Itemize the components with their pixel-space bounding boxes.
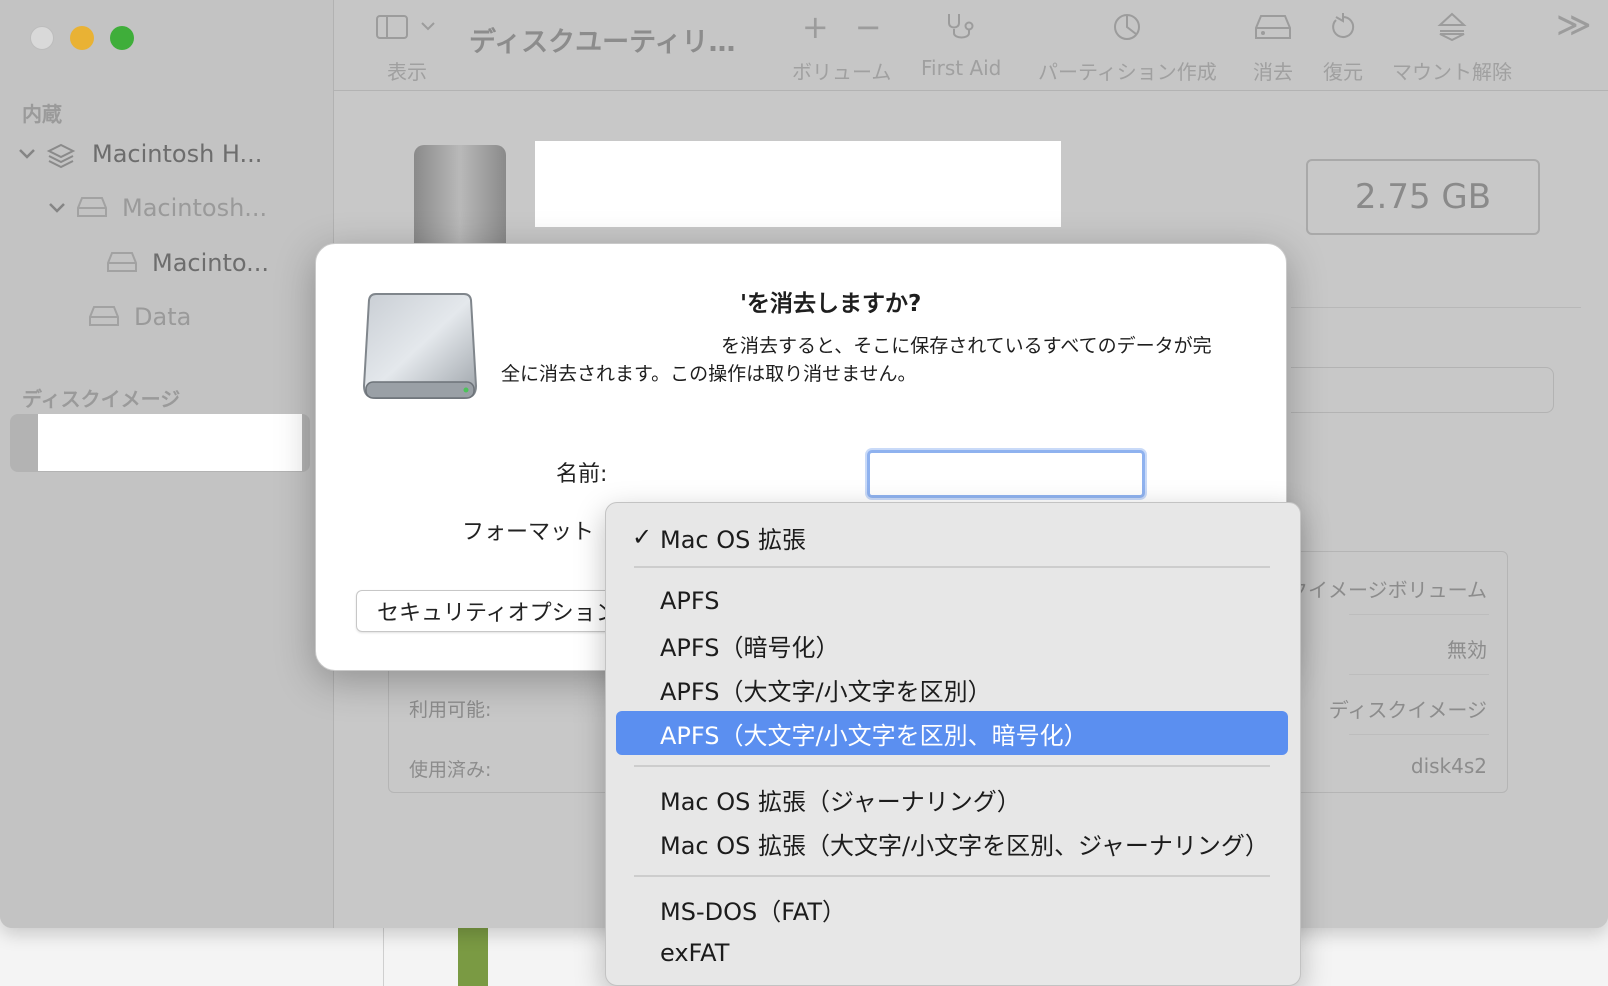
partition-button[interactable]: パーティション作成 <box>1038 8 1217 85</box>
desktop-divider <box>383 926 384 986</box>
double-chevron-icon: ≫ <box>1556 5 1592 45</box>
info-used-label: 使用済み: <box>409 759 492 781</box>
format-label: フォーマット <box>462 520 595 545</box>
divider <box>1349 614 1489 615</box>
menu-separator <box>634 875 1270 877</box>
name-input[interactable] <box>867 450 1145 498</box>
first-aid-button[interactable]: First Aid <box>921 8 1001 80</box>
usage-bar <box>1291 367 1554 413</box>
minus-icon[interactable]: − <box>855 8 882 46</box>
divider <box>1349 674 1489 675</box>
drive-icon <box>106 251 137 275</box>
stethoscope-icon <box>943 8 979 46</box>
menu-item-label: Mac OS 拡張（ジャーナリング） <box>660 787 1021 816</box>
menu-item-label: APFS（暗号化） <box>660 633 840 662</box>
toolbar: 表示 ディスクユーティリ… + − ボリューム First Aid パーティショ… <box>334 0 1608 91</box>
menu-item-label: exFAT <box>660 939 730 967</box>
erase-label: 消去 <box>1253 60 1293 84</box>
menu-item-mac-os-extended[interactable]: ✓ Mac OS 拡張 <box>616 515 1288 559</box>
chevron-down-icon[interactable] <box>46 197 68 219</box>
drive-icon <box>76 196 107 220</box>
dialog-message: を消去すると、そこに保存されているすべてのデータが完 全に消去されます。この操作… <box>501 332 1241 388</box>
menu-item-apfs[interactable]: APFS <box>616 579 1288 623</box>
name-label: 名前: <box>556 462 608 487</box>
sidebar-item-macintosh-volume[interactable]: Macintosh... <box>46 194 267 222</box>
dialog-message-line1: を消去すると、そこに保存されているすべてのデータが完 <box>721 335 1212 357</box>
menu-item-apfs-encrypted[interactable]: APFS（暗号化） <box>616 623 1288 667</box>
close-window-button[interactable] <box>30 26 54 50</box>
sidebar-item-label: Macintosh... <box>122 194 268 222</box>
sidebar-section-disk-images: ディスクイメージ <box>22 387 181 411</box>
sidebar-section-internal: 内蔵 <box>22 102 62 126</box>
restore-button[interactable]: 復元 <box>1323 8 1363 85</box>
menu-item-exfat[interactable]: exFAT <box>616 931 1288 975</box>
info-available-label: 利用可能: <box>409 699 492 721</box>
volume-button[interactable]: + − ボリューム <box>792 8 891 85</box>
volume-label: ボリューム <box>792 60 892 84</box>
menu-item-label: APFS（大文字/小文字を区別） <box>660 677 992 706</box>
menu-item-label: Mac OS 拡張 <box>660 525 806 554</box>
partition-label: パーティション作成 <box>1038 60 1217 84</box>
menu-item-ms-dos-fat[interactable]: MS-DOS（FAT） <box>616 887 1288 931</box>
info-device-value: disk4s2 <box>1410 754 1487 778</box>
desktop-image-fragment <box>458 926 488 986</box>
restore-label: 復元 <box>1323 60 1363 84</box>
eraser-drive-icon <box>1253 8 1293 46</box>
drive-icon <box>88 305 119 329</box>
redacted-name-value <box>626 456 866 492</box>
sidebar-item-label: Data <box>134 303 192 331</box>
erase-button[interactable]: 消去 <box>1253 8 1293 85</box>
more-button[interactable]: ≫ <box>1556 5 1592 45</box>
view-label: 表示 <box>387 60 427 84</box>
menu-item-label: APFS（大文字/小文字を区別、暗号化） <box>660 721 1088 750</box>
menu-separator <box>634 566 1270 568</box>
unmount-label: マウント解除 <box>1392 60 1512 84</box>
format-popup-menu: ✓ Mac OS 拡張 APFS APFS（暗号化） APFS（大文字/小文字を… <box>605 502 1301 986</box>
sidebar: 内蔵 Macintosh H... Macintosh... Macinto..… <box>0 0 334 928</box>
zoom-window-button[interactable] <box>110 26 134 50</box>
chevron-down-icon[interactable] <box>16 143 38 165</box>
plus-icon[interactable]: + <box>802 8 829 46</box>
menu-item-mac-os-extended-case-sensitive-journaled[interactable]: Mac OS 拡張（大文字/小文字を区別、ジャーナリング） <box>616 821 1288 865</box>
divider <box>1291 307 1581 308</box>
pie-chart-icon <box>1112 8 1142 46</box>
first-aid-label: First Aid <box>921 56 1002 80</box>
menu-separator <box>634 765 1270 767</box>
dialog-message-line2: 全に消去されます。この操作は取り消せません。 <box>501 363 917 385</box>
dialog-title: 'を消去しますか? <box>740 291 922 317</box>
sidebar-item-label: Macintosh H... <box>92 140 263 168</box>
layers-icon <box>46 142 76 169</box>
sidebar-item-macintosh-sub[interactable]: Macinto... <box>98 249 269 277</box>
menu-item-apfs-case-sensitive-encrypted[interactable]: APFS（大文字/小文字を区別、暗号化） <box>616 711 1288 755</box>
divider <box>1349 734 1489 735</box>
info-connection-value: ディスクイメージ <box>1328 698 1487 722</box>
menu-item-apfs-case-sensitive[interactable]: APFS（大文字/小文字を区別） <box>616 667 1288 711</box>
sidebar-item-data[interactable]: Data <box>80 303 191 331</box>
sidebar-toggle-icon <box>376 8 438 46</box>
menu-item-mac-os-extended-journaled[interactable]: Mac OS 拡張（ジャーナリング） <box>616 777 1288 821</box>
minimize-window-button[interactable] <box>70 26 94 50</box>
menu-item-label: APFS <box>660 587 720 615</box>
window-title: ディスクユーティリ… <box>469 27 736 58</box>
menu-item-label: MS-DOS（FAT） <box>660 897 847 926</box>
view-button[interactable]: 表示 <box>376 8 438 85</box>
menu-item-label: Mac OS 拡張（大文字/小文字を区別、ジャーナリング） <box>660 831 1269 860</box>
sidebar-item-macintosh-hd[interactable]: Macintosh H... <box>16 140 263 169</box>
redacted-disk-name <box>535 141 1061 227</box>
external-drive-icon <box>362 290 478 406</box>
restore-arrow-icon <box>1328 8 1358 46</box>
info-owners-value: 無効 <box>1447 638 1487 662</box>
redacted-disk-image-name <box>38 414 302 471</box>
disk-size-badge: 2.75 GB <box>1306 159 1540 235</box>
checkmark-icon: ✓ <box>632 523 653 551</box>
unmount-button[interactable]: マウント解除 <box>1392 8 1512 85</box>
eject-icon <box>1436 8 1468 46</box>
external-drive-icon <box>404 143 514 255</box>
sidebar-item-label: Macinto... <box>152 249 270 277</box>
